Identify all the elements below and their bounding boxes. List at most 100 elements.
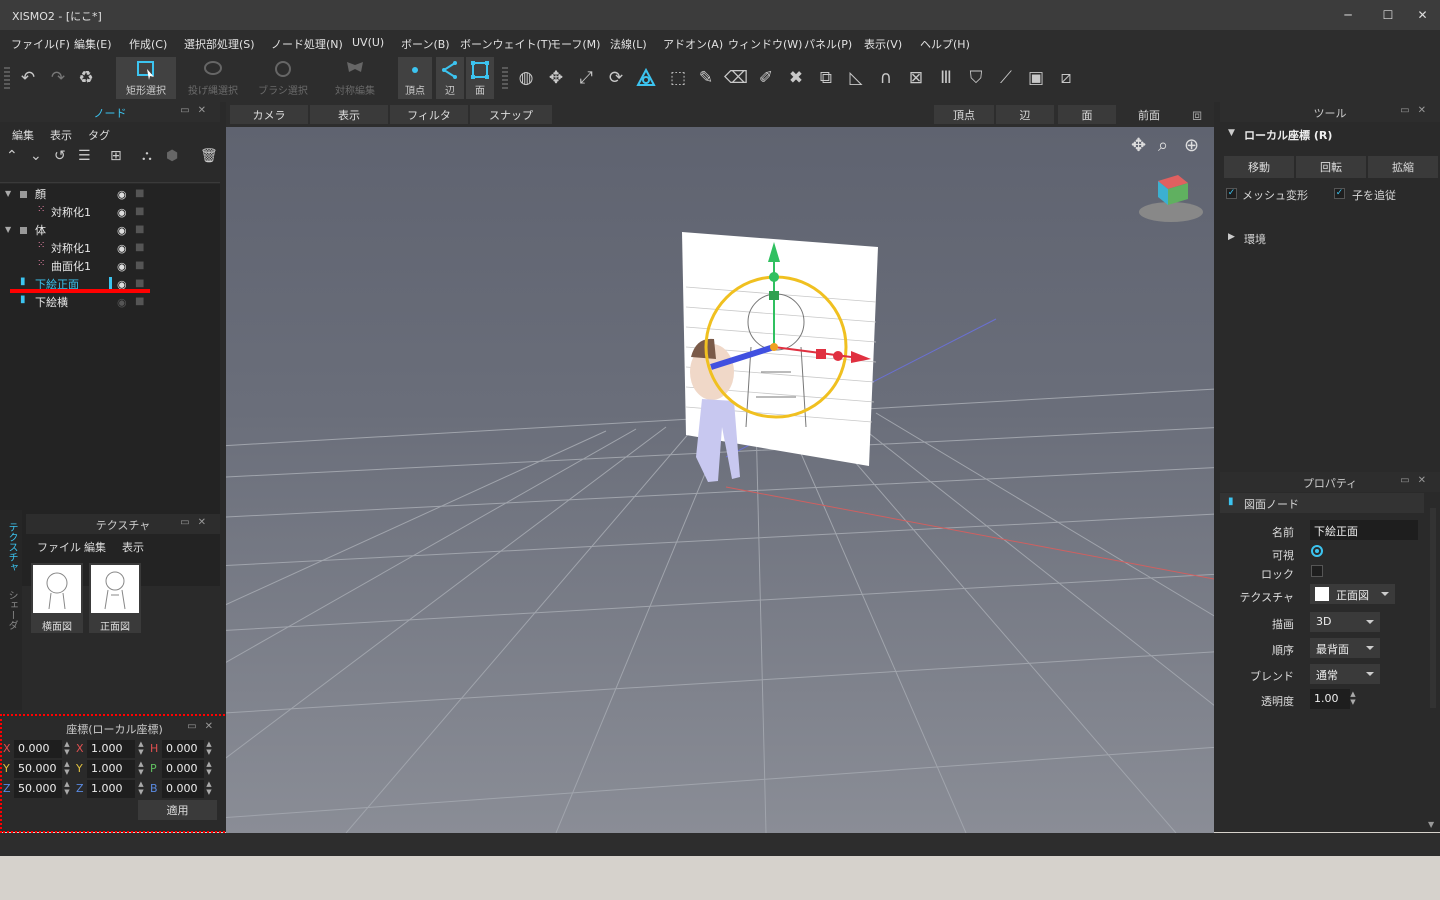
redo-icon[interactable]: ↷ bbox=[46, 66, 70, 90]
lock-icon[interactable]: ■ bbox=[135, 206, 144, 217]
sym-edit-button[interactable]: 対称編集 bbox=[326, 57, 384, 99]
eye-icon[interactable]: ◉ bbox=[117, 224, 129, 237]
texture-menu-file[interactable]: ファイル bbox=[37, 539, 81, 555]
prop-scrollbar[interactable] bbox=[1430, 508, 1436, 708]
rect-select-button[interactable]: 矩形選択 bbox=[116, 57, 176, 99]
vp-edge-button[interactable]: 辺 bbox=[996, 105, 1054, 124]
blend-dropdown[interactable]: 通常 bbox=[1310, 664, 1380, 684]
menu-selection[interactable]: 選択部処理(S) bbox=[184, 36, 255, 52]
rotate-button[interactable]: 回転 bbox=[1296, 156, 1366, 178]
boolean-icon[interactable]: ⧉ bbox=[814, 66, 838, 90]
order-dropdown[interactable]: 最背面 bbox=[1310, 638, 1380, 658]
knife-icon[interactable]: ✐ bbox=[754, 66, 778, 90]
rotate-icon[interactable]: ⟳ bbox=[604, 66, 628, 90]
coord-input[interactable]: 50.000 bbox=[14, 780, 62, 798]
scale-button[interactable]: 拡縮 bbox=[1368, 156, 1438, 178]
undo-icon[interactable]: ↶ bbox=[16, 66, 40, 90]
scroll-down-icon[interactable]: ▼ bbox=[1428, 820, 1434, 829]
lock-checkbox[interactable] bbox=[1311, 565, 1323, 577]
spinner-icon[interactable]: ▲ ▼ bbox=[204, 740, 214, 758]
expand-icon[interactable]: ▼ bbox=[5, 189, 11, 198]
coord-input[interactable]: 0.000 bbox=[162, 740, 204, 758]
texture-thumb-side[interactable]: 横面図 bbox=[31, 563, 83, 633]
coord-input[interactable]: 0.000 bbox=[162, 760, 204, 778]
node-menu-edit[interactable]: 編集 bbox=[12, 127, 34, 143]
bridge-icon[interactable]: ∩ bbox=[874, 66, 898, 90]
menu-panel[interactable]: パネル(P) bbox=[804, 36, 852, 52]
pen-icon[interactable]: ✎ bbox=[694, 66, 718, 90]
menu-file[interactable]: ファイル(F) bbox=[11, 36, 70, 52]
menu-create[interactable]: 作成(C) bbox=[129, 36, 167, 52]
follow-child-checkbox[interactable]: ✓ bbox=[1334, 188, 1345, 199]
environment-section[interactable]: 環境 bbox=[1244, 231, 1266, 247]
vp-face-button[interactable]: 面 bbox=[1058, 105, 1116, 124]
bag-icon[interactable]: ⛉ bbox=[964, 66, 988, 90]
draw-dropdown[interactable]: 3D bbox=[1310, 612, 1380, 632]
tree-item-sym1[interactable]: ⁙ 対称化1 ◉ ■ bbox=[0, 204, 220, 222]
expand-icon[interactable]: ▶ bbox=[1228, 232, 1235, 242]
panel-controls[interactable]: ▭✕ bbox=[180, 517, 214, 528]
coord-input[interactable]: 50.000 bbox=[14, 760, 62, 778]
loop-cut-icon[interactable]: Ⅲ bbox=[934, 66, 958, 90]
spinner-icon[interactable]: ▲ ▼ bbox=[136, 740, 146, 758]
scale-icon[interactable]: ⤢ bbox=[574, 66, 598, 90]
move-button[interactable]: 移動 bbox=[1224, 156, 1294, 178]
spinner-icon[interactable]: ▲ ▼ bbox=[1348, 690, 1358, 708]
tree-item-side-image[interactable]: ▮ 下絵横 ◉ ■ bbox=[0, 294, 220, 312]
toolbar-grip[interactable] bbox=[4, 67, 10, 89]
menu-morph[interactable]: モーフ(M) bbox=[550, 36, 600, 52]
cross-icon[interactable]: ✖ bbox=[784, 66, 808, 90]
coord-input[interactable]: 0.000 bbox=[14, 740, 62, 758]
node-menu-view[interactable]: 表示 bbox=[50, 127, 72, 143]
grid-icon[interactable]: ⊞ bbox=[110, 148, 122, 164]
3d-viewport[interactable]: ✥ ⌕ ⊕ bbox=[226, 127, 1214, 833]
menu-view[interactable]: 表示(V) bbox=[864, 36, 902, 52]
filter-menu[interactable]: フィルタ bbox=[390, 105, 468, 124]
up-icon[interactable]: ⌃ bbox=[6, 148, 18, 164]
rect-marquee-icon[interactable]: ⬚ bbox=[666, 66, 690, 90]
menu-edit[interactable]: 編集(E) bbox=[74, 36, 112, 52]
panel-controls[interactable]: ▭✕ bbox=[180, 105, 214, 116]
globe-icon[interactable]: ◍ bbox=[514, 66, 538, 90]
tree-item-front-image[interactable]: ▮ 下絵正面 ◉ ■ bbox=[0, 276, 220, 294]
menu-boneweight[interactable]: ボーンウェイト(T) bbox=[460, 36, 552, 52]
lock-icon[interactable]: ■ bbox=[135, 224, 144, 235]
texture-dropdown[interactable]: 正面図 bbox=[1310, 584, 1395, 604]
coord-input[interactable]: 1.000 bbox=[87, 780, 135, 798]
bevel-icon[interactable]: ◺ bbox=[844, 66, 868, 90]
brush-select-button[interactable]: ブラシ選択 bbox=[254, 57, 312, 99]
edge-mode-button[interactable]: 辺 bbox=[436, 57, 464, 99]
local-transform-icon[interactable] bbox=[634, 66, 658, 90]
display-menu[interactable]: 表示 bbox=[310, 105, 388, 124]
spinner-icon[interactable]: ▲ ▼ bbox=[62, 760, 72, 778]
pan-icon[interactable]: ✥ bbox=[1131, 135, 1146, 156]
local-coord-section[interactable]: ローカル座標 (R) bbox=[1244, 127, 1332, 143]
face-mode-button[interactable]: 面 bbox=[466, 57, 494, 99]
list-icon[interactable]: ☰ bbox=[78, 148, 91, 164]
spinner-icon[interactable]: ▲ ▼ bbox=[62, 780, 72, 798]
toolbar-grip-2[interactable] bbox=[502, 67, 508, 89]
texture-thumb-front[interactable]: 正面図 bbox=[89, 563, 141, 633]
trash-icon[interactable]: 🗑 bbox=[200, 148, 218, 164]
eraser-icon[interactable]: ⌫ bbox=[724, 66, 748, 90]
expand-icon[interactable]: ▼ bbox=[5, 225, 11, 234]
eye-icon[interactable]: ◉ bbox=[117, 206, 129, 219]
collapse-icon[interactable]: ▼ bbox=[1228, 128, 1235, 138]
lock-icon[interactable]: ■ bbox=[135, 260, 144, 271]
orbit-icon[interactable]: ⊕ bbox=[1184, 135, 1199, 156]
panel-controls[interactable]: ▭✕ bbox=[1400, 105, 1434, 116]
lock-icon[interactable]: ■ bbox=[135, 278, 144, 289]
tab-texture[interactable]: テクスチャ bbox=[4, 522, 19, 572]
lock-icon[interactable]: ■ bbox=[135, 296, 144, 307]
eye-icon[interactable]: ◉ bbox=[117, 296, 129, 309]
texture-menu-view[interactable]: 表示 bbox=[122, 539, 144, 555]
spinner-icon[interactable]: ▲ ▼ bbox=[136, 760, 146, 778]
move-icon[interactable]: ✥ bbox=[544, 66, 568, 90]
coord-input[interactable]: 1.000 bbox=[87, 760, 135, 778]
menu-addon[interactable]: アドオン(A) bbox=[663, 36, 723, 52]
lock-icon[interactable]: ■ bbox=[135, 242, 144, 253]
texture-menu-edit[interactable]: 編集 bbox=[84, 539, 106, 555]
menu-normal[interactable]: 法線(L) bbox=[610, 36, 647, 52]
coord-input[interactable]: 0.000 bbox=[162, 780, 204, 798]
edit-icon[interactable]: ⧄ bbox=[1054, 66, 1078, 90]
